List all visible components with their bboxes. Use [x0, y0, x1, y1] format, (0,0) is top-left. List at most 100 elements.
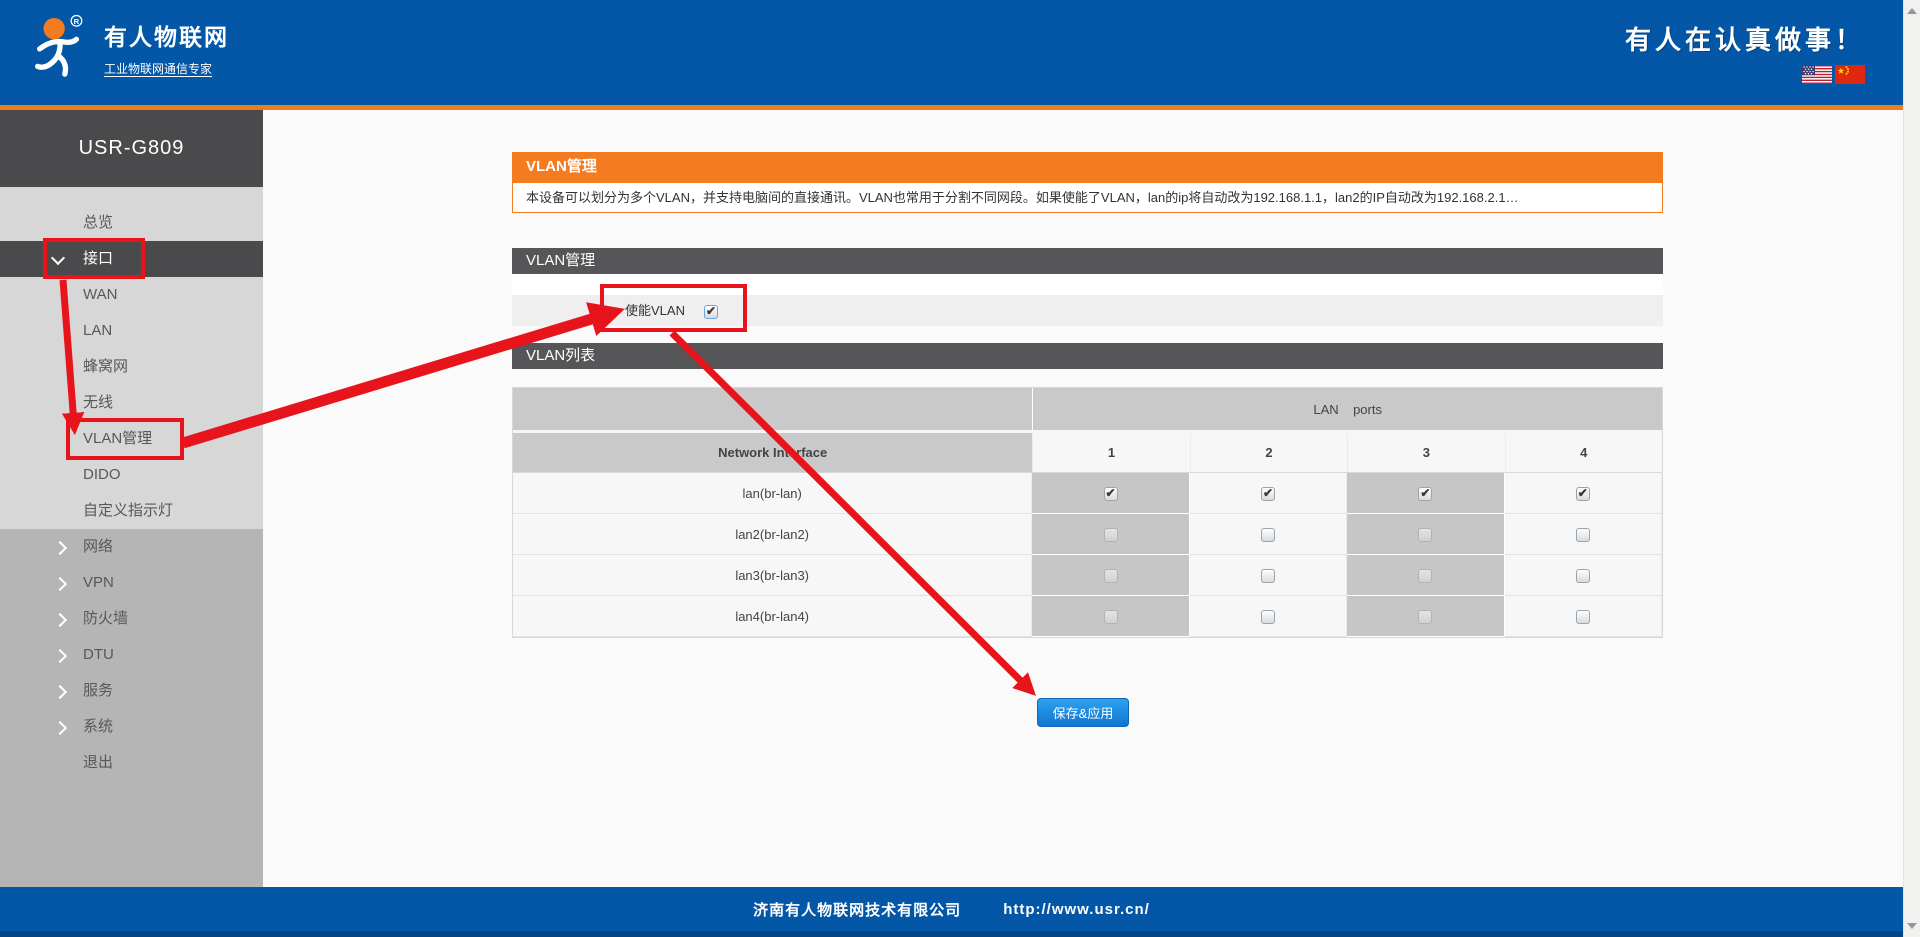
- logo-title: 有人物联网: [104, 18, 229, 52]
- port-cell: [1190, 555, 1347, 596]
- sidebar-item-cellular[interactable]: 蜂窝网: [0, 349, 263, 385]
- china-flag-icon[interactable]: [1835, 65, 1865, 84]
- footer-company: 济南有人物联网技术有限公司: [753, 899, 961, 920]
- orange-accent-line: [0, 105, 1903, 110]
- column-header-port-2: 2: [1190, 433, 1347, 473]
- port-cell: [1032, 514, 1189, 555]
- sidebar-item-network[interactable]: 网络: [0, 529, 263, 565]
- sidebar-item-label: VLAN管理: [83, 430, 152, 447]
- sidebar-item-label: 系统: [83, 718, 113, 735]
- port-checkbox[interactable]: [1576, 487, 1590, 501]
- port-checkbox[interactable]: [1576, 528, 1590, 542]
- table-row: lan4(br-lan4): [513, 596, 1662, 637]
- sidebar-item-dtu[interactable]: DTU: [0, 637, 263, 673]
- port-cell: [1032, 596, 1189, 637]
- chevron-right-icon: [53, 541, 67, 555]
- interface-name-cell: lan2(br-lan2): [513, 514, 1032, 555]
- sidebar-item-interface[interactable]: 接口: [0, 241, 263, 277]
- table-row: lan3(br-lan3): [513, 555, 1662, 596]
- column-header-port-4: 4: [1505, 433, 1662, 473]
- sidebar-item-wireless[interactable]: 无线: [0, 385, 263, 421]
- table-row: lan(br-lan): [513, 473, 1662, 514]
- chevron-down-icon: [51, 251, 65, 265]
- sidebar-item-label: 服务: [83, 682, 113, 699]
- sidebar-item-label: 无线: [83, 394, 113, 411]
- chevron-right-icon: [53, 577, 67, 591]
- port-checkbox[interactable]: [1418, 610, 1432, 624]
- port-cell: [1347, 596, 1504, 637]
- port-checkbox[interactable]: [1104, 569, 1118, 583]
- port-cell: [1505, 473, 1662, 514]
- enable-vlan-row: 使能VLAN: [512, 295, 1663, 326]
- page-description: 本设备可以划分为多个VLAN，并支持电脑间的直接通讯。VLAN也常用于分割不同网…: [512, 182, 1663, 213]
- scroll-down-icon[interactable]: [1907, 923, 1917, 929]
- enable-vlan-label: 使能VLAN: [625, 295, 685, 326]
- port-checkbox[interactable]: [1261, 528, 1275, 542]
- svg-text:R: R: [74, 17, 80, 26]
- port-cell: [1032, 555, 1189, 596]
- port-checkbox[interactable]: [1418, 528, 1432, 542]
- sidebar-menu-expanded-zone: 总览接口 WAN LAN 蜂窝网无线 VLAN管理 DIDO 自定义指示灯: [0, 187, 263, 529]
- enable-vlan-checkbox[interactable]: [704, 305, 718, 319]
- scroll-up-icon[interactable]: [1907, 8, 1917, 14]
- sidebar-menu-collapsed-zone: 网络 VPN 防火墙 DTU 服务系统退出: [0, 529, 263, 781]
- port-cell: [1505, 555, 1662, 596]
- sidebar-item-wan[interactable]: WAN: [0, 277, 263, 313]
- port-checkbox[interactable]: [1261, 610, 1275, 624]
- sidebar-item-service[interactable]: 服务: [0, 673, 263, 709]
- sidebar-item-label: 网络: [83, 538, 113, 555]
- sidebar-item-firewall[interactable]: 防火墙: [0, 601, 263, 637]
- port-checkbox[interactable]: [1418, 487, 1432, 501]
- sidebar-item-label: 总览: [83, 214, 113, 231]
- sidebar-item-dido[interactable]: DIDO: [0, 457, 263, 493]
- footer-bar: 济南有人物联网技术有限公司 http://www.usr.cn/: [0, 887, 1903, 937]
- sidebar-item-label: 退出: [83, 754, 113, 771]
- port-checkbox[interactable]: [1576, 610, 1590, 624]
- us-flag-icon[interactable]: [1802, 65, 1832, 84]
- sidebar: USR-G809 总览接口WANLAN蜂窝网无线VLAN管理DIDO自定义指示灯…: [0, 110, 263, 887]
- sidebar-item-label: LAN: [83, 322, 112, 339]
- port-cell: [1190, 514, 1347, 555]
- sidebar-item-label: WAN: [83, 286, 117, 303]
- sidebar-item-vpn[interactable]: VPN: [0, 565, 263, 601]
- table-column-header-row: Network Interface 1 2 3 4: [513, 433, 1662, 473]
- port-checkbox[interactable]: [1418, 569, 1432, 583]
- port-checkbox[interactable]: [1261, 569, 1275, 583]
- port-checkbox[interactable]: [1104, 487, 1118, 501]
- logo-subtitle: 工业物联网通信专家: [104, 60, 229, 77]
- sidebar-item-lan[interactable]: LAN: [0, 313, 263, 349]
- sidebar-item-vlan[interactable]: VLAN管理: [0, 421, 263, 457]
- port-checkbox[interactable]: [1104, 528, 1118, 542]
- usr-person-logo-icon: R: [28, 14, 90, 80]
- sidebar-item-overview[interactable]: 总览: [0, 205, 263, 241]
- vlan-management-page: R 有人物联网 工业物联网通信专家 有人在认真做事！: [0, 0, 1920, 937]
- top-header-bar: R 有人物联网 工业物联网通信专家 有人在认真做事！: [0, 0, 1903, 105]
- sidebar-item-label: VPN: [83, 574, 114, 591]
- port-cell: [1190, 473, 1347, 514]
- sidebar-item-label: 蜂窝网: [83, 358, 128, 375]
- port-checkbox[interactable]: [1261, 487, 1275, 501]
- column-header-network-interface: Network Interface: [513, 433, 1032, 473]
- interface-name-cell: lan3(br-lan3): [513, 555, 1032, 596]
- port-checkbox[interactable]: [1104, 610, 1118, 624]
- sidebar-item-label: 接口: [83, 250, 113, 267]
- sidebar-item-logout[interactable]: 退出: [0, 745, 263, 781]
- interface-name-cell: lan(br-lan): [513, 473, 1032, 514]
- lan-ports-group-header: LAN ports: [1032, 388, 1662, 433]
- section-header-vlan-manage: VLAN管理: [512, 248, 1663, 274]
- vertical-scrollbar[interactable]: [1903, 0, 1920, 937]
- sidebar-item-label: 防火墙: [83, 610, 128, 627]
- sidebar-item-custom-led[interactable]: 自定义指示灯: [0, 493, 263, 529]
- spacer-row: [512, 274, 1663, 295]
- port-cell: [1505, 514, 1662, 555]
- footer-url: http://www.usr.cn/: [1003, 901, 1150, 918]
- sidebar-item-label: 自定义指示灯: [83, 502, 173, 519]
- save-apply-button[interactable]: 保存&应用: [1037, 698, 1129, 727]
- chevron-right-icon: [53, 721, 67, 735]
- port-checkbox[interactable]: [1576, 569, 1590, 583]
- sidebar-item-label: DIDO: [83, 466, 121, 483]
- sidebar-item-system[interactable]: 系统: [0, 709, 263, 745]
- sidebar-item-label: DTU: [83, 646, 114, 663]
- chevron-right-icon: [53, 649, 67, 663]
- port-cell: [1347, 473, 1504, 514]
